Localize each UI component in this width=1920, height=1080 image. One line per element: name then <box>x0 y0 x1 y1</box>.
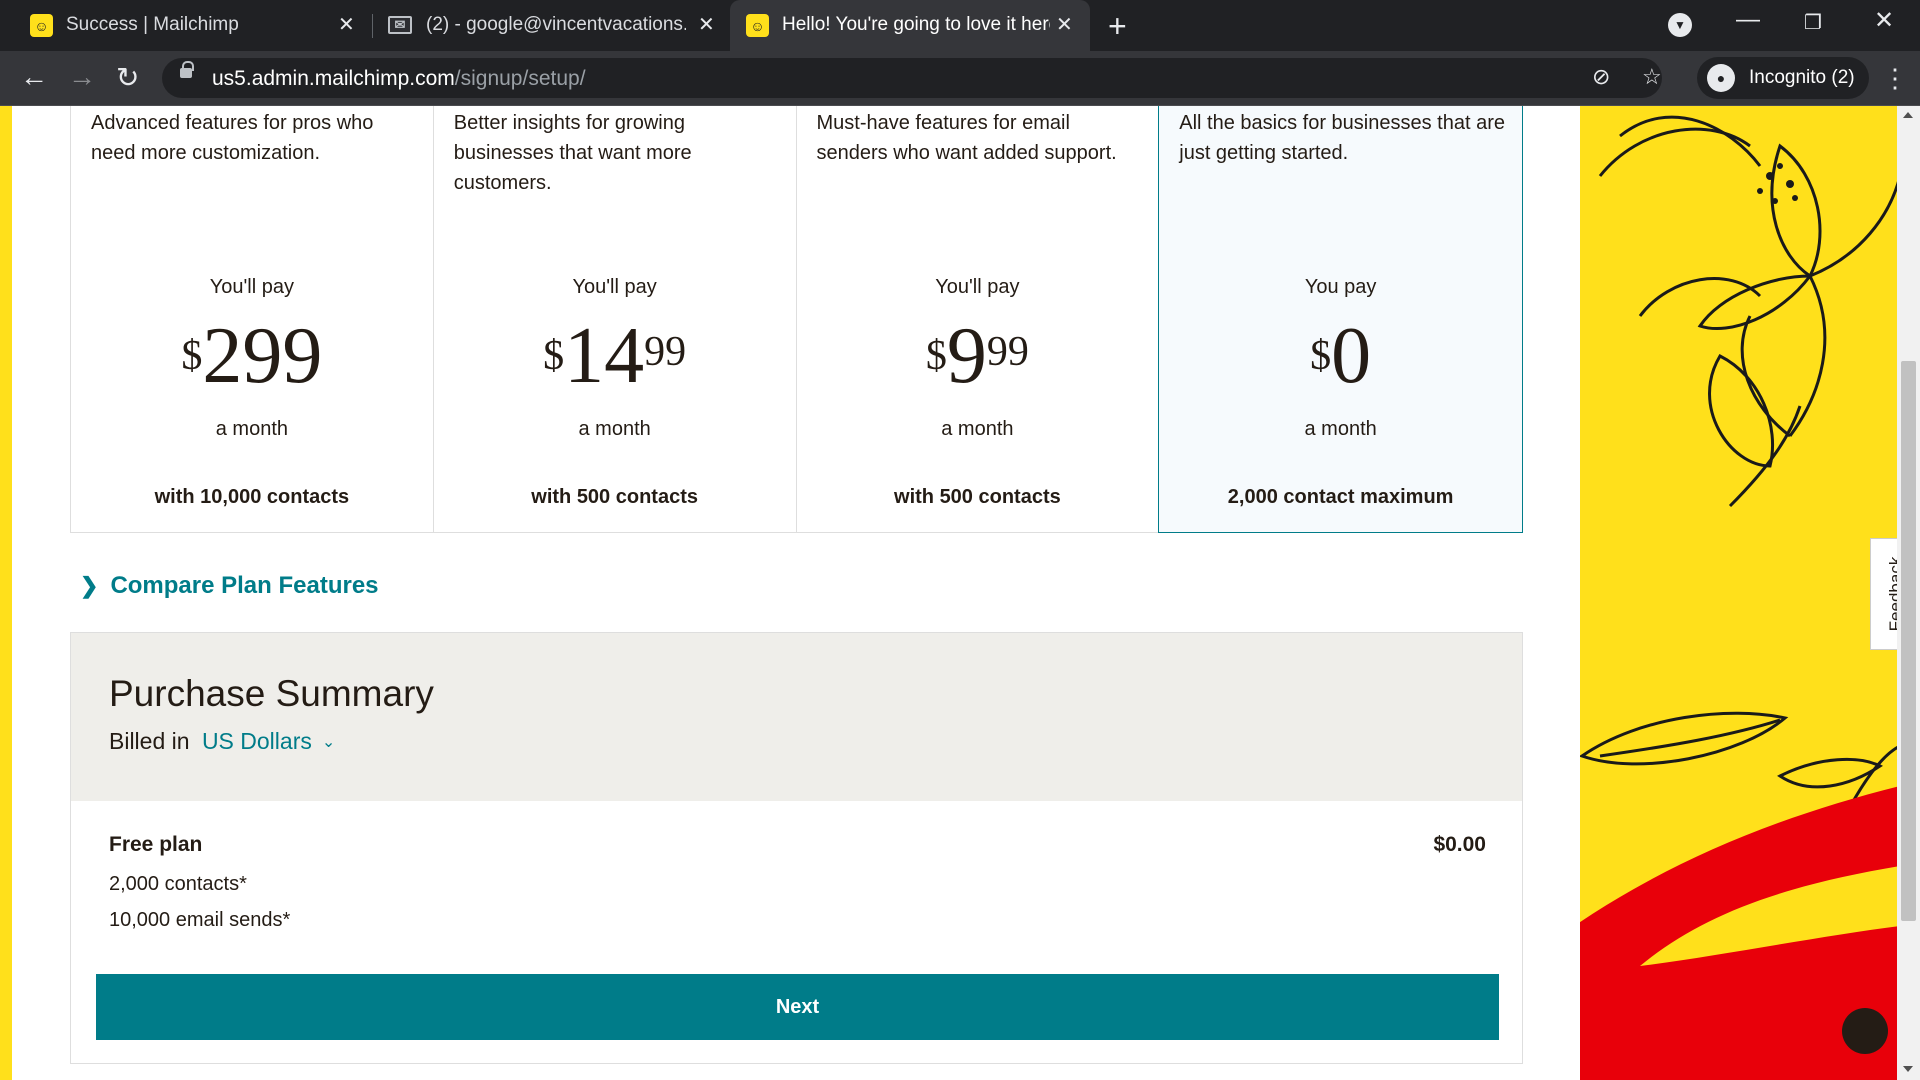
brand-stripe <box>0 106 12 1080</box>
url-text[interactable]: us5.admin.mailchimp.com/signup/setup/ <box>212 67 586 91</box>
plan-description: Must-have features for email senders who… <box>816 112 1117 164</box>
forward-arrow-icon[interactable]: → <box>68 61 96 93</box>
price-period: a month <box>215 418 288 440</box>
mailchimp-favicon-icon: ☺ <box>30 14 53 37</box>
plan-contacts: with 10,000 contacts <box>154 486 350 508</box>
browser-tab-1[interactable]: ☺ Success | Mailchimp ✕ <box>0 0 365 51</box>
restore-icon[interactable]: ❐ <box>1804 10 1822 35</box>
new-tab-plus-icon[interactable]: + <box>1108 8 1127 45</box>
scroll-down-arrow-icon[interactable] <box>1903 1066 1913 1072</box>
plan-contacts: with 500 contacts <box>894 486 1061 508</box>
price-amount: 299 <box>202 312 323 400</box>
plan-cards: Advanced features for pros who need more… <box>70 106 1523 533</box>
plan-contacts: with 500 contacts <box>531 486 698 508</box>
url-path: /signup/setup/ <box>454 67 586 90</box>
plan-description: All the basics for businesses that are j… <box>1179 112 1505 164</box>
currency-dropdown[interactable]: US Dollars ⌄ <box>202 728 335 754</box>
summary-title: Purchase Summary <box>109 673 434 714</box>
bookmark-star-icon[interactable]: ☆ <box>1642 64 1662 90</box>
pay-label: You'll pay <box>209 276 294 298</box>
price-amount: 14 <box>564 312 645 400</box>
plan-description: Advanced features for pros who need more… <box>91 112 374 164</box>
browser-tab-3[interactable]: ☺ Hello! You're going to love it here ✕ <box>730 0 1090 51</box>
price-currency: $ <box>543 333 565 379</box>
decorative-illustration <box>1580 106 1900 1080</box>
compare-link-label: Compare Plan Features <box>110 572 379 599</box>
chat-help-icon[interactable] <box>1842 1008 1888 1054</box>
plan-price: $1499 <box>434 316 796 396</box>
price-amount: 9 <box>946 312 987 400</box>
plan-description: Better insights for growing businesses t… <box>453 112 692 194</box>
price-currency: $ <box>1310 333 1332 379</box>
plan-card-standard[interactable]: Better insights for growing businesses t… <box>432 106 796 533</box>
scroll-up-arrow-icon[interactable] <box>1903 112 1913 118</box>
price-period: a month <box>1304 418 1377 440</box>
chevron-down-icon: ⌄ <box>321 734 336 751</box>
currency-value: US Dollars <box>201 728 312 754</box>
url-host: us5.admin.mailchimp.com <box>212 67 455 90</box>
minimize-icon[interactable]: — <box>1736 6 1760 34</box>
pay-label: You'll pay <box>935 276 1020 298</box>
lock-icon <box>180 61 194 78</box>
scroll-thumb[interactable] <box>1901 361 1916 921</box>
back-arrow-icon[interactable]: ← <box>20 61 48 93</box>
price-cents: 99 <box>986 329 1029 375</box>
line-item-contacts: 2,000 contacts* <box>109 873 247 895</box>
purchase-summary: Purchase Summary Billed in US Dollars ⌄ F… <box>70 632 1523 1064</box>
page-viewport: Advanced features for pros who need more… <box>0 106 1920 1080</box>
address-bar[interactable]: us5.admin.mailchimp.com/signup/setup/ ⊘ … <box>162 58 1662 98</box>
browser-toolbar: ← → ↻ us5.admin.mailchimp.com/signup/set… <box>0 51 1920 106</box>
tab-search-icon[interactable]: ▼ <box>1668 13 1692 37</box>
tab-title: Hello! You're going to love it here <box>782 14 1050 35</box>
close-tab-icon[interactable]: ✕ <box>1056 12 1073 37</box>
browser-tab-2[interactable]: ✉ (2) - google@vincentvacations.co ✕ <box>360 0 725 51</box>
mailchimp-favicon-icon: ☺ <box>746 14 769 37</box>
price-period: a month <box>578 418 651 440</box>
plan-contacts: 2,000 contact maximum <box>1227 486 1454 508</box>
price-currency: $ <box>181 333 203 379</box>
next-button[interactable]: Next <box>96 974 1499 1040</box>
incognito-icon: ● <box>1707 64 1735 92</box>
tracking-eye-off-icon[interactable]: ⊘ <box>1592 64 1610 90</box>
browser-tab-strip: ☺ Success | Mailchimp ✕ ✉ (2) - google@v… <box>0 0 1920 51</box>
price-amount: 0 <box>1331 312 1372 400</box>
close-window-icon[interactable]: ✕ <box>1874 6 1894 35</box>
page-scrollbar[interactable] <box>1897 106 1920 1080</box>
chevron-right-icon: ❯ <box>80 573 99 598</box>
reload-icon[interactable]: ↻ <box>116 61 139 94</box>
line-item-sends: 10,000 email sends* <box>109 909 291 931</box>
line-item-name: Free plan <box>109 833 203 856</box>
price-cents: 99 <box>644 329 687 375</box>
gmail-favicon-icon: ✉ <box>388 16 412 34</box>
plan-price: $299 <box>71 316 433 396</box>
summary-header: Purchase Summary Billed in US Dollars ⌄ <box>71 633 1522 801</box>
tab-title: Success | Mailchimp <box>66 14 239 35</box>
close-tab-icon[interactable]: ✕ <box>698 12 715 37</box>
price-period: a month <box>941 418 1014 440</box>
flower-illustration-icon <box>1580 115 1900 1080</box>
browser-menu-icon[interactable]: ⋮ <box>1882 63 1908 94</box>
billed-label: Billed in <box>109 728 190 754</box>
plan-price: $999 <box>797 316 1159 396</box>
pay-label: You pay <box>1304 276 1377 298</box>
plan-card-premium[interactable]: Advanced features for pros who need more… <box>70 106 433 533</box>
plan-card-essentials[interactable]: Must-have features for email senders who… <box>795 106 1159 533</box>
compare-plan-features-link[interactable]: ❯ Compare Plan Features <box>80 572 379 600</box>
pay-label: You'll pay <box>572 276 657 298</box>
plan-card-free[interactable]: All the basics for businesses that are j… <box>1158 106 1523 533</box>
tab-title: (2) - google@vincentvacations.co <box>426 14 686 35</box>
plan-price: $0 <box>1159 316 1522 396</box>
billing-currency: Billed in US Dollars ⌄ <box>109 728 335 755</box>
close-tab-icon[interactable]: ✕ <box>338 12 355 37</box>
price-currency: $ <box>925 333 947 379</box>
profile-label: Incognito (2) <box>1749 67 1855 88</box>
line-item-price: $0.00 <box>1433 833 1486 856</box>
incognito-profile-button[interactable]: ● Incognito (2) <box>1697 57 1869 99</box>
